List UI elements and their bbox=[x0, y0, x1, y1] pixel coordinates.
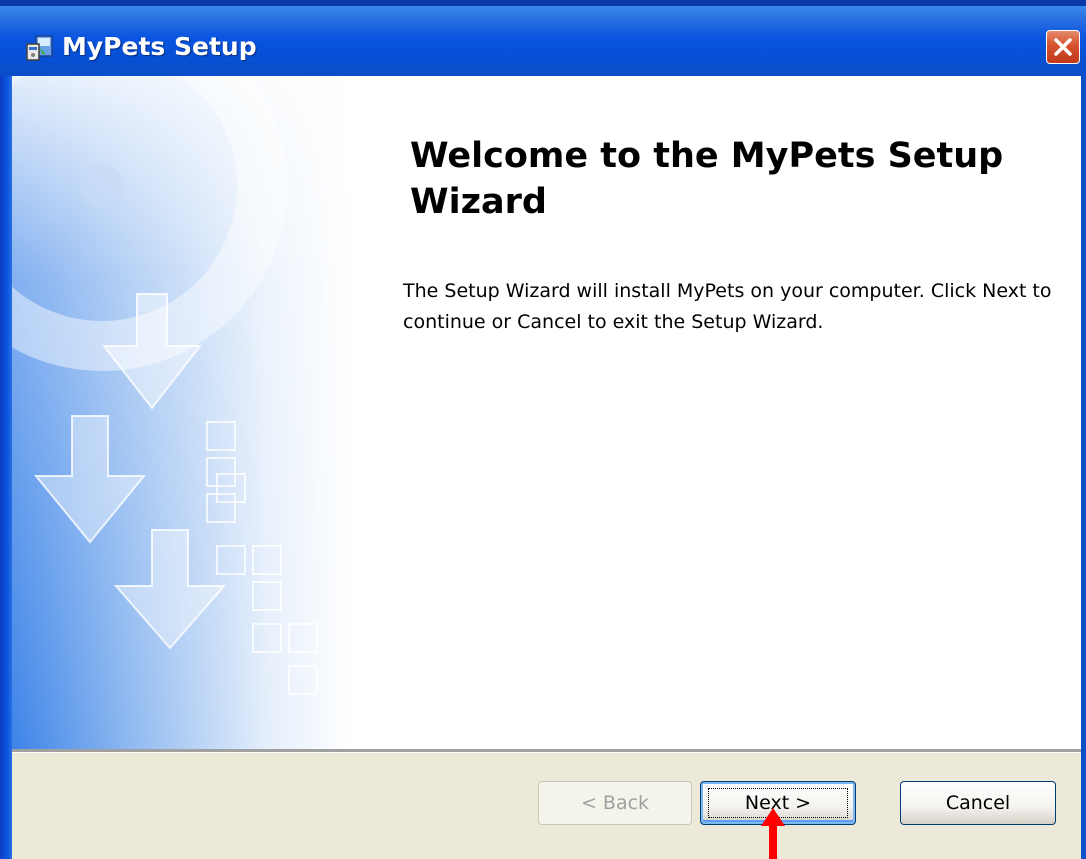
window-frame-right bbox=[1081, 76, 1086, 859]
wizard-banner-image bbox=[12, 76, 352, 749]
welcome-panel: Welcome to the MyPets Setup Wizard The S… bbox=[12, 76, 1081, 749]
back-button-label: < Back bbox=[580, 792, 650, 814]
setup-window: MyPets Setup Welcome to the MyPets Setup… bbox=[0, 0, 1086, 859]
welcome-description: The Setup Wizard will install MyPets on … bbox=[403, 280, 1052, 333]
close-icon bbox=[1054, 38, 1072, 56]
title-bar[interactable]: MyPets Setup bbox=[0, 0, 1086, 76]
cancel-button-label: Cancel bbox=[945, 792, 1011, 814]
close-button[interactable] bbox=[1046, 30, 1080, 64]
cancel-button[interactable]: Cancel bbox=[900, 781, 1056, 825]
annotation-arrow-icon bbox=[761, 808, 785, 859]
welcome-heading: Welcome to the MyPets Setup Wizard bbox=[410, 136, 1004, 222]
window-frame-left bbox=[0, 76, 12, 859]
button-bar: < Back Next > Cancel bbox=[12, 753, 1081, 859]
back-button[interactable]: < Back bbox=[538, 781, 692, 825]
window-title: MyPets Setup bbox=[62, 32, 257, 61]
installer-icon bbox=[24, 32, 54, 62]
